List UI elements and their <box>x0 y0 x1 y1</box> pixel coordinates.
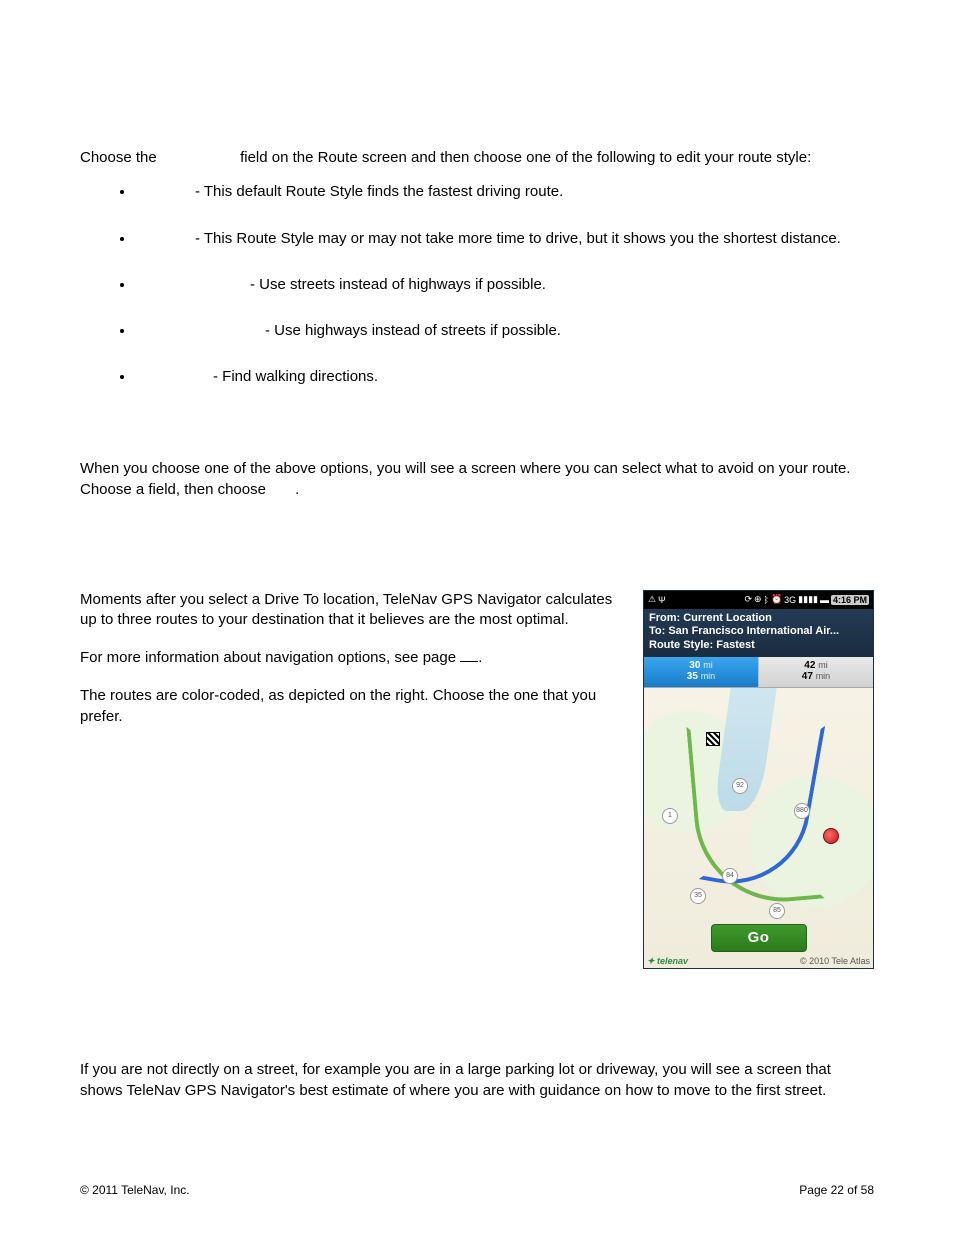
map-area[interactable]: 1 92 84 880 35 85 Go ✦ telenav © 2010 Te… <box>644 688 873 968</box>
to-value: San Francisco International Air... <box>668 625 839 637</box>
go-button[interactable]: Go <box>711 924 807 952</box>
highway-shield-icon: 35 <box>690 888 706 904</box>
route-tabs: 30 mi 35 min 42 mi 47 min <box>644 657 873 688</box>
avoid-line2-post: . <box>295 481 299 498</box>
signal-icon: ▮▮▮▮ <box>798 594 818 605</box>
bullet-walking: - Find walking directions. <box>135 367 864 387</box>
tab2-dist-unit: mi <box>818 660 828 670</box>
avoid-field-placeholder <box>270 481 295 498</box>
style-value: Fastest <box>716 639 755 651</box>
status-time: 4:16 PM <box>831 595 869 605</box>
network-3g-icon: 3G <box>784 595 796 605</box>
alarm-icon: ⏰ <box>771 594 782 605</box>
map-brand: ✦ telenav <box>647 956 688 967</box>
footer-page-number: Page 22 of 58 <box>799 1183 874 1197</box>
gps-icon: ⊕ <box>754 594 762 605</box>
style-label: Route Style: <box>649 639 716 651</box>
tab1-time: 35 <box>687 671 698 682</box>
sync-icon: ⟳ <box>744 594 752 605</box>
destination-flag-icon <box>706 732 720 746</box>
route-style-list: - This default Route Style finds the fas… <box>80 182 874 387</box>
origin-pin-icon <box>823 828 839 844</box>
route-tab-1[interactable]: 30 mi 35 min <box>644 657 759 687</box>
highway-shield-icon: 84 <box>722 868 738 884</box>
tab1-dist: 30 <box>689 660 700 671</box>
compare-p3: The routes are color-coded, as depicted … <box>80 686 615 727</box>
highway-shield-icon: 880 <box>794 803 810 819</box>
route-header: From: Current Location To: San Francisco… <box>644 609 873 657</box>
bluetooth-icon: ᛒ <box>764 595 769 605</box>
tab2-time: 47 <box>802 671 813 682</box>
to-label: To: <box>649 625 668 637</box>
bullet-shortest: - This Route Style may or may not take m… <box>135 229 864 249</box>
avoid-block: When you choose one of the above options… <box>80 458 874 500</box>
map-copyright: © 2010 Tele Atlas <box>800 956 870 967</box>
initial-guidance-paragraph: If you are not directly on a street, for… <box>80 1059 874 1101</box>
intro-field-placeholder <box>161 149 236 166</box>
bullet-streets: - Use streets instead of highways if pos… <box>135 275 864 295</box>
avoid-line2-pre: Choose a field, then choose <box>80 481 270 498</box>
status-bar: ⚠ Ψ ⟳ ⊕ ᛒ ⏰ 3G ▮▮▮▮ ▬ 4:16 PM <box>644 591 873 609</box>
tab1-dist-unit: mi <box>703 660 713 670</box>
from-label: From: <box>649 612 683 624</box>
avoid-line2: Choose a field, then choose . <box>80 479 874 500</box>
intro-paragraph: Choose the field on the Route screen and… <box>80 148 874 168</box>
usb-icon: Ψ <box>658 595 666 605</box>
from-value: Current Location <box>683 612 772 624</box>
highway-shield-icon: 85 <box>769 903 785 919</box>
bullet-highways: - Use highways instead of streets if pos… <box>135 321 864 341</box>
device-screenshot: ⚠ Ψ ⟳ ⊕ ᛒ ⏰ 3G ▮▮▮▮ ▬ 4:16 PM F <box>643 590 874 969</box>
tab2-dist: 42 <box>804 660 815 671</box>
compare-text: Moments after you select a Drive To loca… <box>80 590 615 745</box>
avoid-line1: When you choose one of the above options… <box>80 458 874 479</box>
battery-icon: ▬ <box>820 595 829 605</box>
highway-shield-icon: 92 <box>732 778 748 794</box>
footer-copyright: © 2011 TeleNav, Inc. <box>80 1183 190 1197</box>
compare-p2: For more information about navigation op… <box>80 648 615 668</box>
intro-pre: Choose the <box>80 149 161 166</box>
compare-p1: Moments after you select a Drive To loca… <box>80 590 615 631</box>
page-ref-link[interactable] <box>460 661 478 662</box>
warning-icon: ⚠ <box>648 594 656 605</box>
compare-p2-post: . <box>478 649 482 666</box>
compare-p2-pre: For more information about navigation op… <box>80 649 460 666</box>
intro-post: field on the Route screen and then choos… <box>236 149 811 166</box>
bullet-fastest: - This default Route Style finds the fas… <box>135 182 864 202</box>
route-tab-2[interactable]: 42 mi 47 min <box>759 657 873 687</box>
tab1-time-unit: min <box>701 671 716 681</box>
highway-shield-icon: 1 <box>662 808 678 824</box>
tab2-time-unit: min <box>816 671 831 681</box>
